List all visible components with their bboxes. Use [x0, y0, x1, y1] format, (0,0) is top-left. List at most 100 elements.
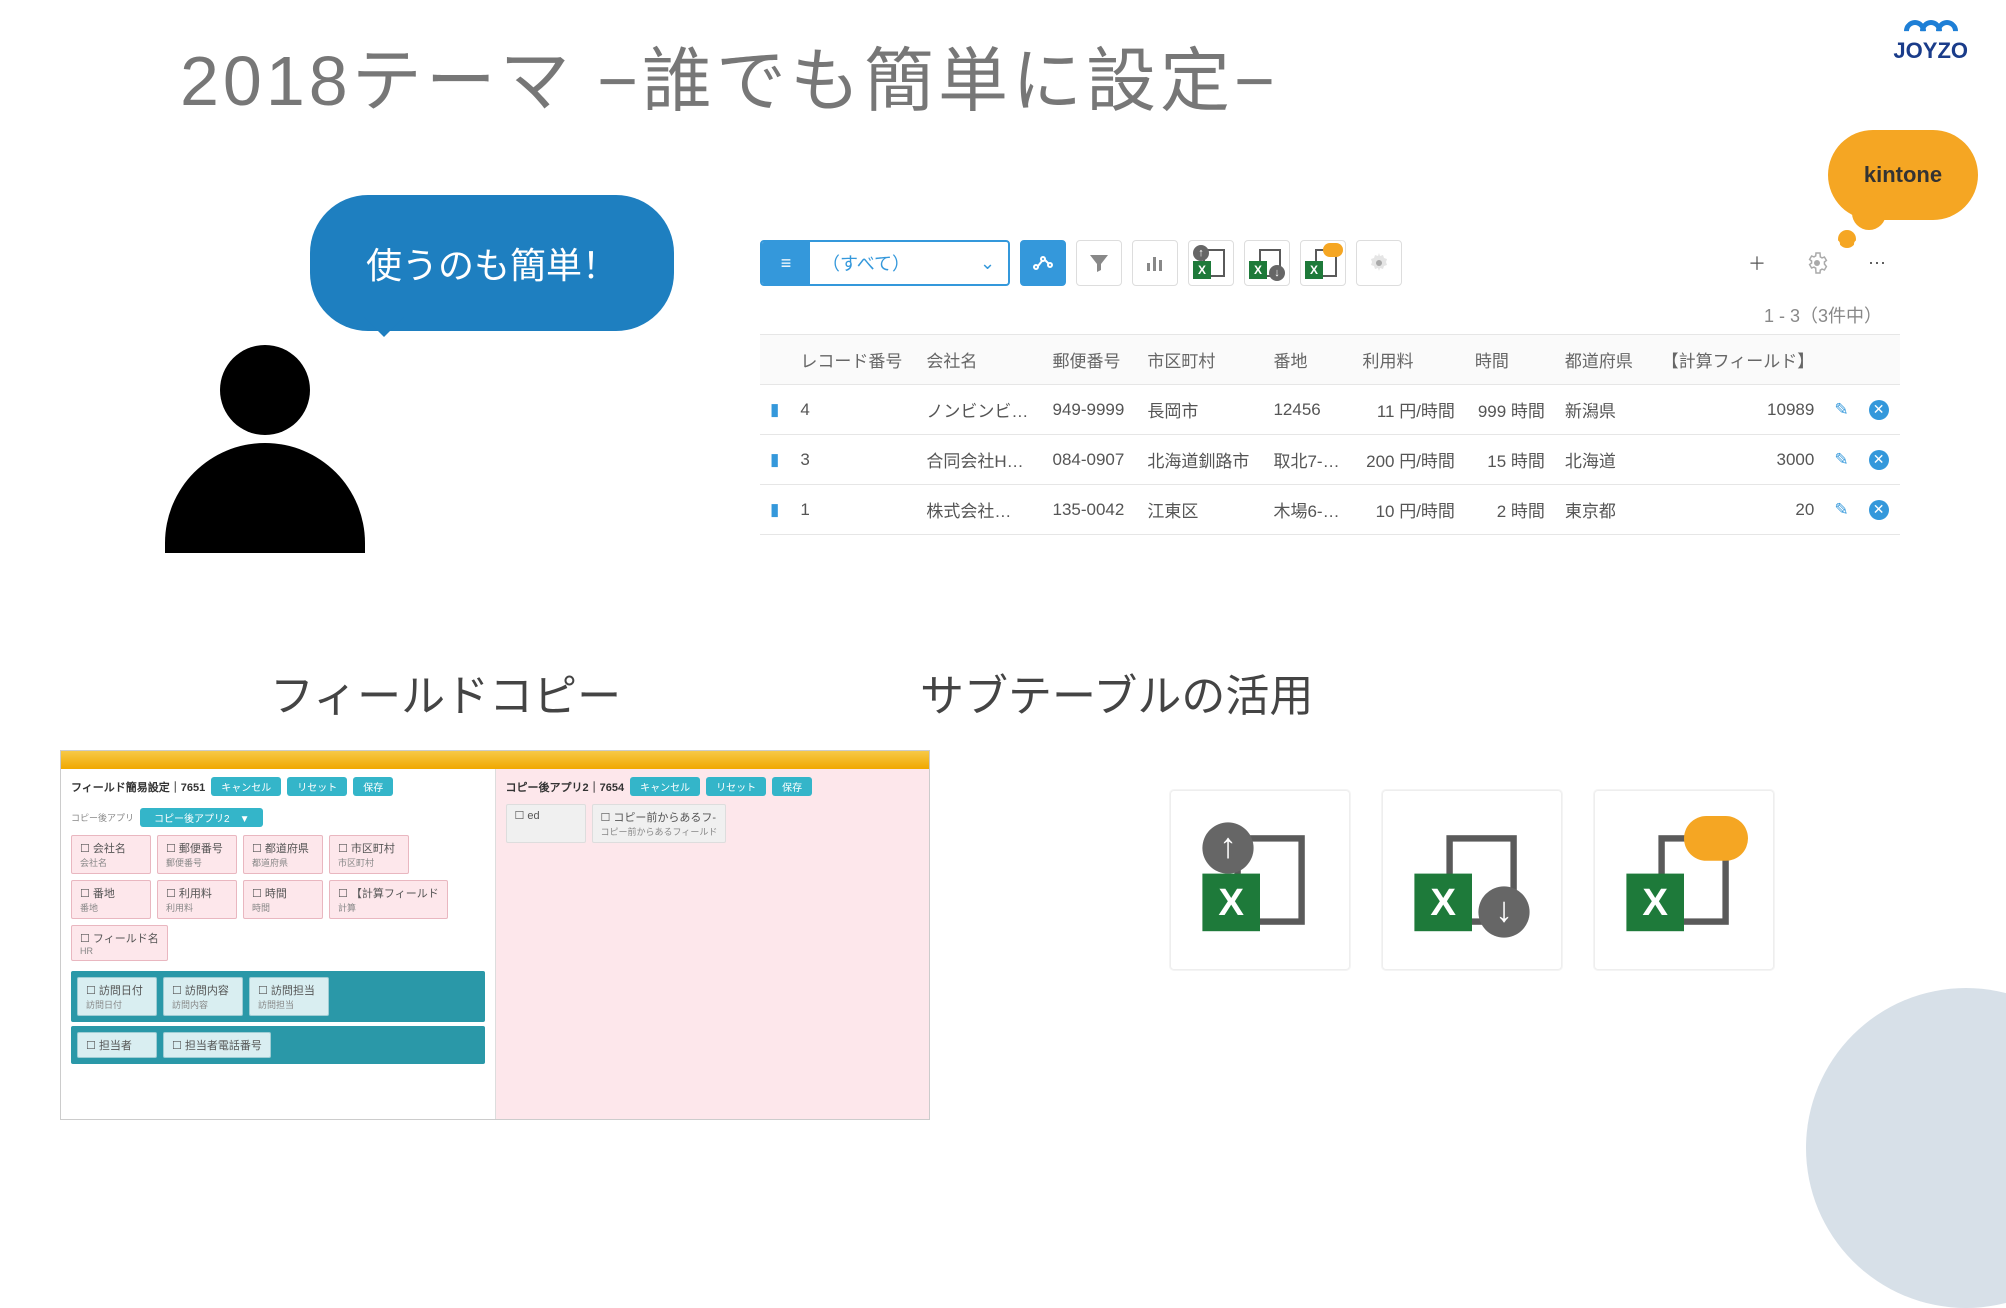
col-pref[interactable]: 都道府県: [1555, 335, 1646, 385]
excel-kintone-button[interactable]: X: [1300, 240, 1346, 286]
field-chip[interactable]: ☐ 番地番地: [71, 880, 151, 919]
field-chip[interactable]: ☐ ed: [506, 804, 586, 843]
cell-zip: 949-9999: [1042, 385, 1137, 435]
cell-recno: 1: [790, 485, 916, 535]
table-row[interactable]: ▮3合同会社H…084-0907北海道釧路市取北7-…200 円/時間15 時間…: [760, 435, 1900, 485]
delete-icon[interactable]: ✕: [1859, 485, 1900, 535]
col-addr[interactable]: 番地: [1263, 335, 1352, 385]
view-select-label: （すべて）: [810, 250, 980, 276]
section1-title: フィールドコピー: [270, 660, 621, 724]
person-icon: [165, 345, 365, 553]
subtable-cards: X↑ X↓ X: [1170, 790, 1774, 970]
kintone-badge: kintone: [1828, 130, 1978, 220]
settings-button[interactable]: [1794, 240, 1840, 286]
fieldcopy-left-pane: フィールド簡易設定｜7651 キャンセル リセット 保存 コピー後アプリ コピー…: [61, 769, 496, 1119]
listview-toolbar: ≡ （すべて） ⌄ X↑ X↓ X ＋ ⋯: [760, 240, 1900, 286]
fieldcopy-right-pane: コピー後アプリ2｜7654 キャンセル リセット 保存 ☐ ed☐ コピー前から…: [496, 769, 930, 1119]
edit-icon[interactable]: ✎: [1824, 435, 1858, 485]
fc-r-btn-cancel[interactable]: キャンセル: [630, 777, 700, 796]
cell-company: 合同会社H…: [916, 435, 1042, 485]
fc-btn-save[interactable]: 保存: [353, 777, 393, 796]
fieldcopy-screenshot: フィールド簡易設定｜7651 キャンセル リセット 保存 コピー後アプリ コピー…: [60, 750, 930, 1120]
cell-hours: 15 時間: [1465, 435, 1555, 485]
record-icon[interactable]: ▮: [760, 385, 790, 435]
edit-icon[interactable]: ✎: [1824, 385, 1858, 435]
field-chip[interactable]: ☐ 都道府県都道府県: [243, 835, 323, 874]
view-select[interactable]: ≡ （すべて） ⌄: [760, 240, 1010, 286]
col-city[interactable]: 市区町村: [1137, 335, 1263, 385]
fc-dropdown[interactable]: コピー後アプリ2 ▼: [140, 808, 263, 827]
card-excel-upload[interactable]: X↑: [1170, 790, 1350, 970]
gear-button[interactable]: [1356, 240, 1402, 286]
field-chip[interactable]: ☐ 会社名会社名: [71, 835, 151, 874]
cell-city: 江東区: [1137, 485, 1263, 535]
cell-hours: 2 時間: [1465, 485, 1555, 535]
field-chip[interactable]: ☐ 市区町村市区町村: [329, 835, 409, 874]
cell-calc: 10989: [1646, 385, 1824, 435]
field-chip[interactable]: ☐ 担当者: [77, 1032, 157, 1058]
col-fee[interactable]: 利用料: [1352, 335, 1464, 385]
field-chip[interactable]: ☐ 担当者電話番号: [163, 1032, 271, 1058]
edit-icon[interactable]: ✎: [1824, 485, 1858, 535]
col-calc[interactable]: 【計算フィールド】: [1646, 335, 1824, 385]
kintone-badge-text: kintone: [1864, 162, 1942, 188]
record-icon[interactable]: ▮: [760, 435, 790, 485]
col-hours[interactable]: 時間: [1465, 335, 1555, 385]
excel-download-button[interactable]: X↓: [1244, 240, 1290, 286]
cell-calc: 20: [1646, 485, 1824, 535]
speech-text: 使うのも簡単！: [366, 245, 618, 286]
kintone-listview: ≡ （すべて） ⌄ X↑ X↓ X ＋ ⋯: [760, 240, 1900, 535]
table-row[interactable]: ▮1株式会社…135-0042江東区木場6-…10 円/時間2 時間東京都20✎…: [760, 485, 1900, 535]
fc-dd-label: コピー後アプリ: [71, 811, 134, 824]
cell-company: 株式会社…: [916, 485, 1042, 535]
cell-addr: 取北7-…: [1263, 435, 1352, 485]
cell-pref: 北海道: [1555, 435, 1646, 485]
record-icon[interactable]: ▮: [760, 485, 790, 535]
field-chip[interactable]: ☐ 郵便番号郵便番号: [157, 835, 237, 874]
col-recno[interactable]: レコード番号: [790, 335, 916, 385]
card-excel-download[interactable]: X↓: [1382, 790, 1562, 970]
cell-city: 長岡市: [1137, 385, 1263, 435]
field-chip[interactable]: ☐ コピー前からあるフ-コピー前からあるフィールド: [592, 804, 727, 843]
cell-recno: 3: [790, 435, 916, 485]
graph-button[interactable]: [1020, 240, 1066, 286]
fc-btn-cancel[interactable]: キャンセル: [211, 777, 281, 796]
col-zip[interactable]: 郵便番号: [1042, 335, 1137, 385]
card-excel-kintone[interactable]: X: [1594, 790, 1774, 970]
cell-fee: 11 円/時間: [1352, 385, 1464, 435]
cell-hours: 999 時間: [1465, 385, 1555, 435]
speech-bubble: 使うのも簡単！: [310, 195, 674, 331]
cell-pref: 東京都: [1555, 485, 1646, 535]
field-chip[interactable]: ☐ 訪問日付訪問日付: [77, 977, 157, 1016]
delete-icon[interactable]: ✕: [1859, 435, 1900, 485]
cell-addr: 木場6-…: [1263, 485, 1352, 535]
more-button[interactable]: ⋯: [1854, 240, 1900, 286]
cell-zip: 084-0907: [1042, 435, 1137, 485]
field-chip[interactable]: ☐ 【計算フィールド計算: [329, 880, 448, 919]
list-icon: ≡: [762, 242, 810, 284]
decorative-circle: [1806, 988, 2006, 1308]
field-chip[interactable]: ☐ 時間時間: [243, 880, 323, 919]
field-chip[interactable]: ☐ 利用料利用料: [157, 880, 237, 919]
field-chip[interactable]: ☐ 訪問担当訪問担当: [249, 977, 329, 1016]
table-header-row: レコード番号 会社名 郵便番号 市区町村 番地 利用料 時間 都道府県 【計算フ…: [760, 335, 1900, 385]
field-chip[interactable]: ☐ フィールド名HR: [71, 925, 168, 961]
fc-r-btn-save[interactable]: 保存: [772, 777, 812, 796]
cell-fee: 10 円/時間: [1352, 485, 1464, 535]
filter-button[interactable]: [1076, 240, 1122, 286]
fc-r-btn-reset[interactable]: リセット: [706, 777, 766, 796]
excel-upload-button[interactable]: X↑: [1188, 240, 1234, 286]
cell-calc: 3000: [1646, 435, 1824, 485]
fc-btn-reset[interactable]: リセット: [287, 777, 347, 796]
chart-button[interactable]: [1132, 240, 1178, 286]
field-chip[interactable]: ☐ 訪問内容訪問内容: [163, 977, 243, 1016]
plus-button[interactable]: ＋: [1734, 240, 1780, 286]
col-company[interactable]: 会社名: [916, 335, 1042, 385]
record-table: レコード番号 会社名 郵便番号 市区町村 番地 利用料 時間 都道府県 【計算フ…: [760, 334, 1900, 535]
delete-icon[interactable]: ✕: [1859, 385, 1900, 435]
fc-right-title: コピー後アプリ2｜7654: [506, 779, 625, 795]
record-count: 1 - 3（3件中）: [760, 302, 1900, 328]
fc-left-title: フィールド簡易設定｜7651: [71, 779, 205, 795]
joyzo-logo: JOYZO: [1893, 20, 1968, 64]
table-row[interactable]: ▮4ノンビンビ…949-9999長岡市1245611 円/時間999 時間新潟県…: [760, 385, 1900, 435]
